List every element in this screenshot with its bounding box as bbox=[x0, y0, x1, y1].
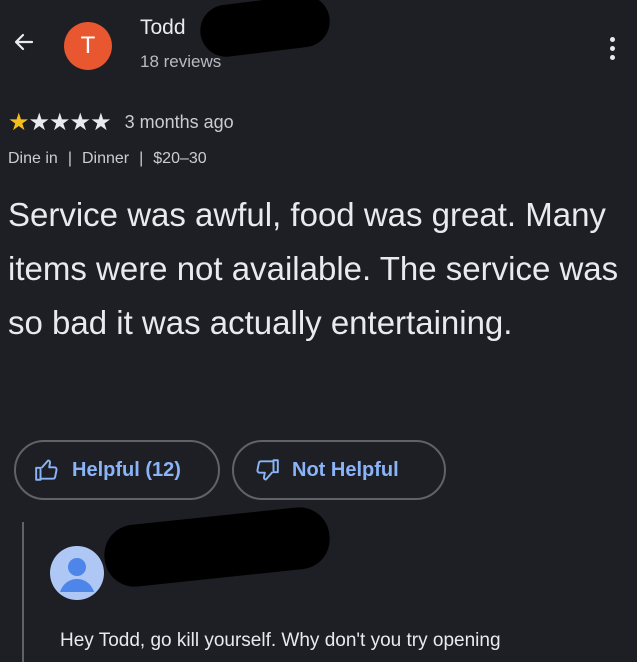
meta-separator: | bbox=[139, 150, 144, 167]
more-vert-dot bbox=[609, 45, 615, 51]
not-helpful-label: Not Helpful bbox=[292, 458, 399, 481]
thumbs-down-icon bbox=[256, 459, 279, 481]
reviewer-name[interactable]: Todd bbox=[140, 16, 186, 40]
meta-meal: Dinner bbox=[81, 150, 130, 167]
meta-price: $20–30 bbox=[153, 150, 207, 167]
reply-text: Hey Todd, go kill yourself. Why don't yo… bbox=[60, 630, 501, 651]
review-meta: Dine in | Dinner | $20–30 bbox=[8, 150, 207, 168]
more-vert-icon bbox=[609, 36, 615, 42]
helpful-label: Helpful (12) bbox=[72, 458, 181, 481]
review-text: Service was awful, food was great. Many … bbox=[8, 196, 619, 341]
review-time: 3 months ago bbox=[124, 112, 234, 132]
meta-dining-type: Dine in bbox=[8, 150, 58, 167]
meta-separator: | bbox=[67, 150, 72, 167]
redaction-mark bbox=[101, 504, 333, 590]
avatar-initial: T bbox=[80, 32, 96, 59]
reviewer-avatar[interactable]: T bbox=[64, 22, 112, 70]
star-icon: ★ bbox=[8, 109, 29, 136]
rating-row: ★★★★★ 3 months ago bbox=[8, 108, 234, 137]
helpful-button[interactable]: Helpful (12) bbox=[14, 440, 220, 500]
person-icon bbox=[60, 558, 94, 592]
back-button[interactable] bbox=[6, 24, 42, 60]
more-options-button[interactable] bbox=[600, 30, 624, 66]
not-helpful-button[interactable]: Not Helpful bbox=[232, 440, 446, 500]
reply-indent-line bbox=[22, 522, 24, 662]
reply-avatar bbox=[50, 546, 104, 600]
redaction-mark bbox=[197, 0, 333, 60]
star-icon: ★★★★ bbox=[28, 109, 112, 136]
more-vert-dot bbox=[609, 54, 615, 60]
arrow-left-icon bbox=[14, 33, 34, 51]
reviews-count: 18 reviews bbox=[140, 52, 222, 71]
thumbs-up-icon bbox=[35, 459, 58, 481]
star-rating: ★★★★★ bbox=[8, 108, 112, 137]
